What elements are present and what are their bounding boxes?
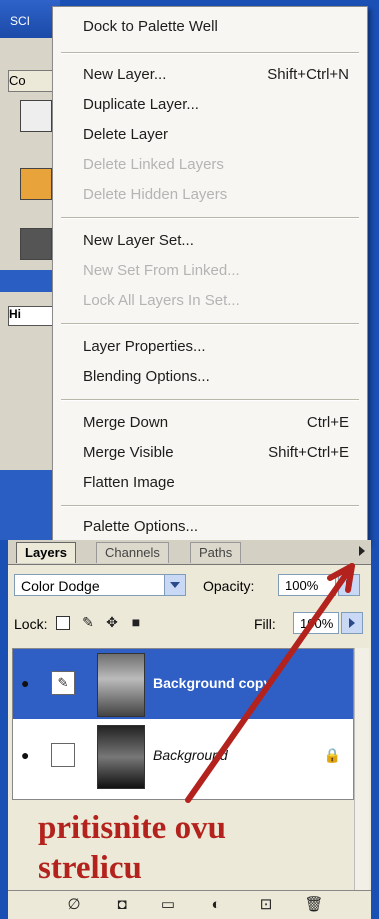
arrow-shaft [185, 563, 355, 803]
annotation-arrow [185, 563, 355, 803]
